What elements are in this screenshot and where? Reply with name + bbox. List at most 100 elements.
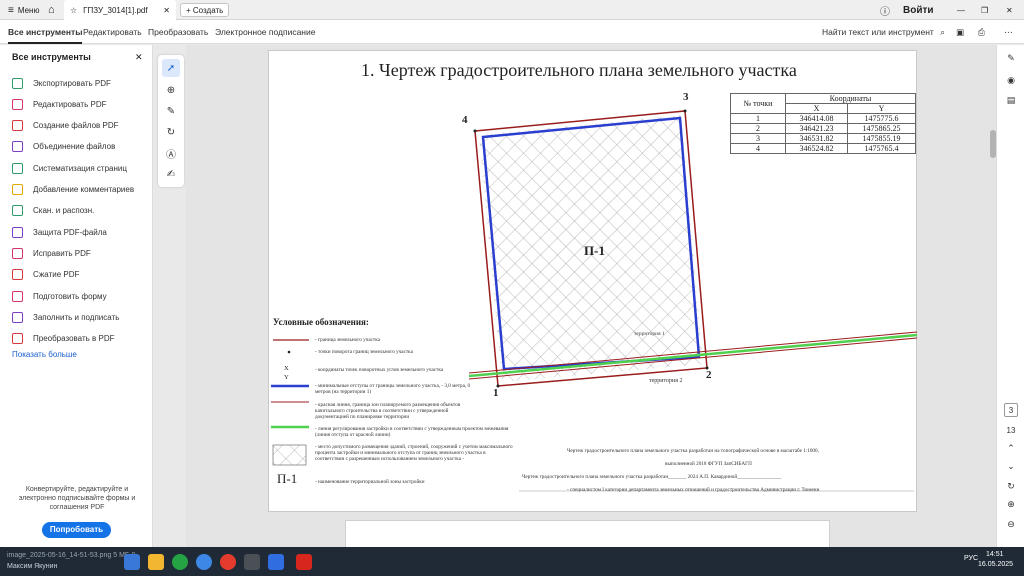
sidebar-tool-label: Редактировать PDF — [33, 99, 107, 109]
clock-time[interactable]: 14:51 — [986, 551, 1004, 558]
tab-document-label: ГПЗУ_3014[1].pdf — [83, 5, 148, 15]
tab-bar: ≡ Меню ⌂ ☆ ГПЗУ_3014[1].pdf ✕ + Создать … — [0, 0, 1024, 20]
page-down-icon[interactable]: ⌄ — [1004, 459, 1018, 473]
sidebar-tool-label: Исправить PDF — [33, 248, 91, 258]
tab-convert[interactable]: Преобразовать — [148, 20, 208, 44]
close-icon[interactable]: ✕ — [163, 6, 170, 15]
language-indicator[interactable]: РУС — [964, 555, 978, 562]
table-header-y: Y — [847, 103, 916, 114]
star-icon: ☆ — [70, 5, 78, 15]
folder-icon[interactable] — [148, 554, 164, 570]
download-file-label: image_2025-05-16_14-51-53.png 5 МБ 9 — [7, 552, 136, 559]
whatsapp-icon[interactable] — [172, 554, 188, 570]
stamp-icon[interactable]: ✍ — [162, 165, 180, 183]
print-icon[interactable]: ⎙ — [978, 20, 985, 44]
search-icon: ⌕ — [940, 27, 945, 37]
note-specialist: - специалистом I категории департамента … — [567, 487, 820, 493]
point-4-marker — [473, 129, 477, 133]
restore-icon[interactable]: ❐ — [981, 0, 988, 20]
point-label-1: 1 — [493, 387, 499, 399]
sidebar-tool-item[interactable]: Заполнить и подписать — [12, 309, 119, 325]
page-up-icon[interactable]: ⌃ — [1004, 441, 1018, 455]
show-more-link[interactable]: Показать больше — [12, 350, 77, 359]
legend-zone-symbol: П-1 — [277, 471, 298, 486]
tool-icon — [12, 98, 23, 110]
signin-button[interactable]: Войти — [903, 0, 934, 20]
select-cursor-icon[interactable]: ➚ — [162, 59, 180, 77]
tool-icon — [12, 247, 23, 259]
tab-all-tools[interactable]: Все инструменты — [8, 20, 83, 44]
draw-curve-icon[interactable]: ↻ — [162, 123, 180, 141]
user-name: Максим Якунин — [7, 563, 58, 570]
comment-icon[interactable]: ✎ — [1004, 51, 1018, 65]
menu-button[interactable]: ≡ Меню — [8, 0, 39, 20]
minimize-icon[interactable]: — — [957, 0, 965, 20]
clock-date[interactable]: 16.05.2025 — [978, 561, 1013, 568]
sidebar-tool-item[interactable]: Объединение файлов — [12, 139, 115, 155]
save-icon[interactable]: ▣ — [956, 20, 964, 44]
tab-document[interactable]: ☆ ГПЗУ_3014[1].pdf ✕ — [64, 0, 176, 20]
text-box-icon[interactable]: Ⓐ — [162, 144, 180, 162]
taskbar-app-icon[interactable] — [124, 554, 140, 570]
zoom-out-icon[interactable]: ⊖ — [1004, 517, 1018, 531]
refresh-icon[interactable]: ↻ — [1004, 479, 1018, 493]
sidebar-tool-item[interactable]: Сжатие PDF — [12, 267, 79, 283]
tab-edit[interactable]: Редактировать — [83, 20, 142, 44]
acrobat-icon[interactable] — [296, 554, 312, 570]
tools-bar: Все инструменты Редактировать Преобразов… — [0, 20, 1024, 44]
telegram-icon[interactable] — [196, 554, 212, 570]
sidebar-tool-item[interactable]: Экспортировать PDF — [12, 75, 111, 91]
sidebar-tool-item[interactable]: Систематизация страниц — [12, 160, 127, 176]
tools-sidebar: Все инструменты ✕ Экспортировать PDF Реда… — [0, 45, 153, 547]
current-page-number[interactable]: 3 — [1004, 403, 1018, 417]
sidebar-tool-label: Подготовить форму — [33, 291, 107, 301]
home-icon[interactable]: ⌂ — [48, 0, 55, 20]
zoom-in-icon[interactable]: ⊕ — [1004, 497, 1018, 511]
sidebar-tool-item[interactable]: Подготовить форму — [12, 288, 107, 304]
sidebar-tool-label: Защита PDF-файла — [33, 227, 107, 237]
find-tool-button[interactable]: Найти текст или инструмент ⌕ — [822, 20, 945, 44]
legend-item-buildable: - место допустимого размещения зданий, с… — [315, 444, 513, 462]
try-button[interactable]: Попробовать — [42, 522, 111, 538]
zoom-comment-icon[interactable]: ⊕ — [162, 81, 180, 99]
sidebar-tool-label: Преобразовать в PDF — [33, 334, 115, 344]
tool-icon — [12, 311, 23, 323]
sidebar-tool-item[interactable]: Создание файлов PDF — [12, 118, 118, 134]
pdf-next-page — [345, 520, 830, 550]
sidebar-close-icon[interactable]: ✕ — [135, 52, 143, 63]
tool-icon — [12, 141, 23, 153]
promo-text: Конвертируйте, редактируйте и электронно… — [18, 486, 136, 511]
menu-label: Меню — [17, 5, 40, 15]
territory-2-label: территория 2 — [649, 378, 683, 384]
more-icon[interactable]: ⋯ — [1004, 20, 1013, 44]
bookmark-icon[interactable]: ◉ — [1004, 73, 1018, 87]
tool-icon — [12, 120, 23, 132]
create-button[interactable]: + Создать — [180, 3, 230, 17]
taskbar-app-icon-3[interactable] — [268, 554, 284, 570]
table-header-x: X — [784, 103, 849, 114]
table-row: 2 346421.23 1475865.25 — [730, 123, 916, 134]
signin-label: Войти — [903, 4, 934, 16]
sidebar-tool-label: Систематизация страниц — [33, 163, 127, 173]
sidebar-tool-item[interactable]: Скан. и распозн. — [12, 203, 94, 219]
sidebar-tool-item[interactable]: Защита PDF-файла — [12, 224, 107, 240]
tab-esign[interactable]: Электронное подписание — [215, 20, 315, 44]
point-label-4: 4 — [462, 114, 468, 126]
sidebar-tool-label: Создание файлов PDF — [33, 121, 119, 131]
legend-item-boundary: - граница земельного участка — [315, 337, 380, 343]
sidebar-tool-item[interactable]: Добавление комментариев — [12, 182, 134, 198]
sidebar-tool-item[interactable]: Редактировать PDF — [12, 96, 106, 112]
sidebar-title: Все инструменты — [12, 52, 91, 62]
pen-icon[interactable]: ✎ — [162, 102, 180, 120]
sidebar-tool-item[interactable]: Исправить PDF — [12, 245, 91, 261]
tool-icon — [12, 226, 23, 238]
legend-title: Условные обозначения: — [273, 317, 369, 327]
yandex-browser-icon[interactable] — [220, 554, 236, 570]
taskbar-app-icon-2[interactable] — [244, 554, 260, 570]
sidebar-tool-item[interactable]: Преобразовать в PDF — [12, 331, 114, 347]
layers-icon[interactable]: ▤ — [1004, 93, 1018, 107]
point-3-marker — [683, 109, 687, 113]
window-close-icon[interactable]: ✕ — [1006, 0, 1013, 20]
note-developer: Чертеж градостроительного плана земельно… — [522, 474, 782, 480]
help-icon[interactable]: ⓘ — [880, 0, 890, 20]
